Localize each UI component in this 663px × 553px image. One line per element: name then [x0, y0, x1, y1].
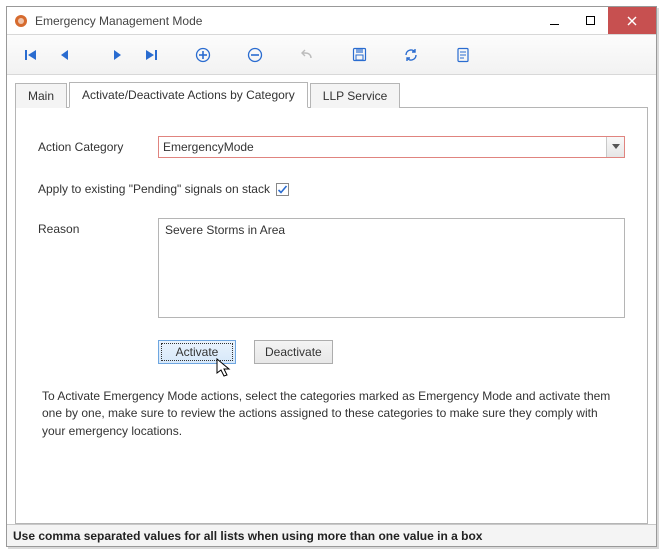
report-button[interactable] [449, 41, 477, 69]
tab-main[interactable]: Main [15, 83, 67, 108]
next-record-button[interactable] [103, 41, 131, 69]
tab-container: Main Activate/Deactivate Actions by Cate… [7, 75, 656, 524]
tab-panel-activate: Action Category EmergencyMode Apply to e… [15, 107, 648, 524]
status-bar: Use comma separated values for all lists… [7, 524, 656, 546]
undo-button[interactable] [293, 41, 321, 69]
status-text: Use comma separated values for all lists… [13, 529, 482, 543]
deactivate-button[interactable]: Deactivate [254, 340, 333, 364]
action-category-label: Action Category [38, 136, 158, 154]
save-button[interactable] [345, 41, 373, 69]
minimize-button[interactable] [536, 7, 572, 34]
refresh-button[interactable] [397, 41, 425, 69]
window-controls [536, 7, 656, 34]
tabstrip: Main Activate/Deactivate Actions by Cate… [15, 81, 648, 107]
app-icon [13, 13, 29, 29]
tab-activate-deactivate[interactable]: Activate/Deactivate Actions by Category [69, 82, 308, 108]
action-category-value: EmergencyMode [163, 140, 254, 154]
activate-button[interactable]: Activate [158, 340, 236, 364]
apply-pending-label: Apply to existing "Pending" signals on s… [38, 182, 270, 196]
window: Emergency Management Mode [6, 6, 657, 547]
toolbar [7, 35, 656, 75]
maximize-button[interactable] [572, 7, 608, 34]
remove-button[interactable] [241, 41, 269, 69]
add-button[interactable] [189, 41, 217, 69]
reason-textarea[interactable] [158, 218, 625, 318]
reason-label: Reason [38, 218, 158, 236]
action-category-combo[interactable]: EmergencyMode [158, 136, 625, 158]
prev-record-button[interactable] [51, 41, 79, 69]
help-text: To Activate Emergency Mode actions, sele… [38, 380, 625, 440]
close-button[interactable] [608, 7, 656, 34]
chevron-down-icon[interactable] [606, 137, 624, 157]
apply-pending-checkbox[interactable] [276, 183, 289, 196]
tab-llp-service[interactable]: LLP Service [310, 83, 400, 108]
last-record-button[interactable] [137, 41, 165, 69]
titlebar: Emergency Management Mode [7, 7, 656, 35]
first-record-button[interactable] [17, 41, 45, 69]
window-title: Emergency Management Mode [35, 14, 202, 28]
